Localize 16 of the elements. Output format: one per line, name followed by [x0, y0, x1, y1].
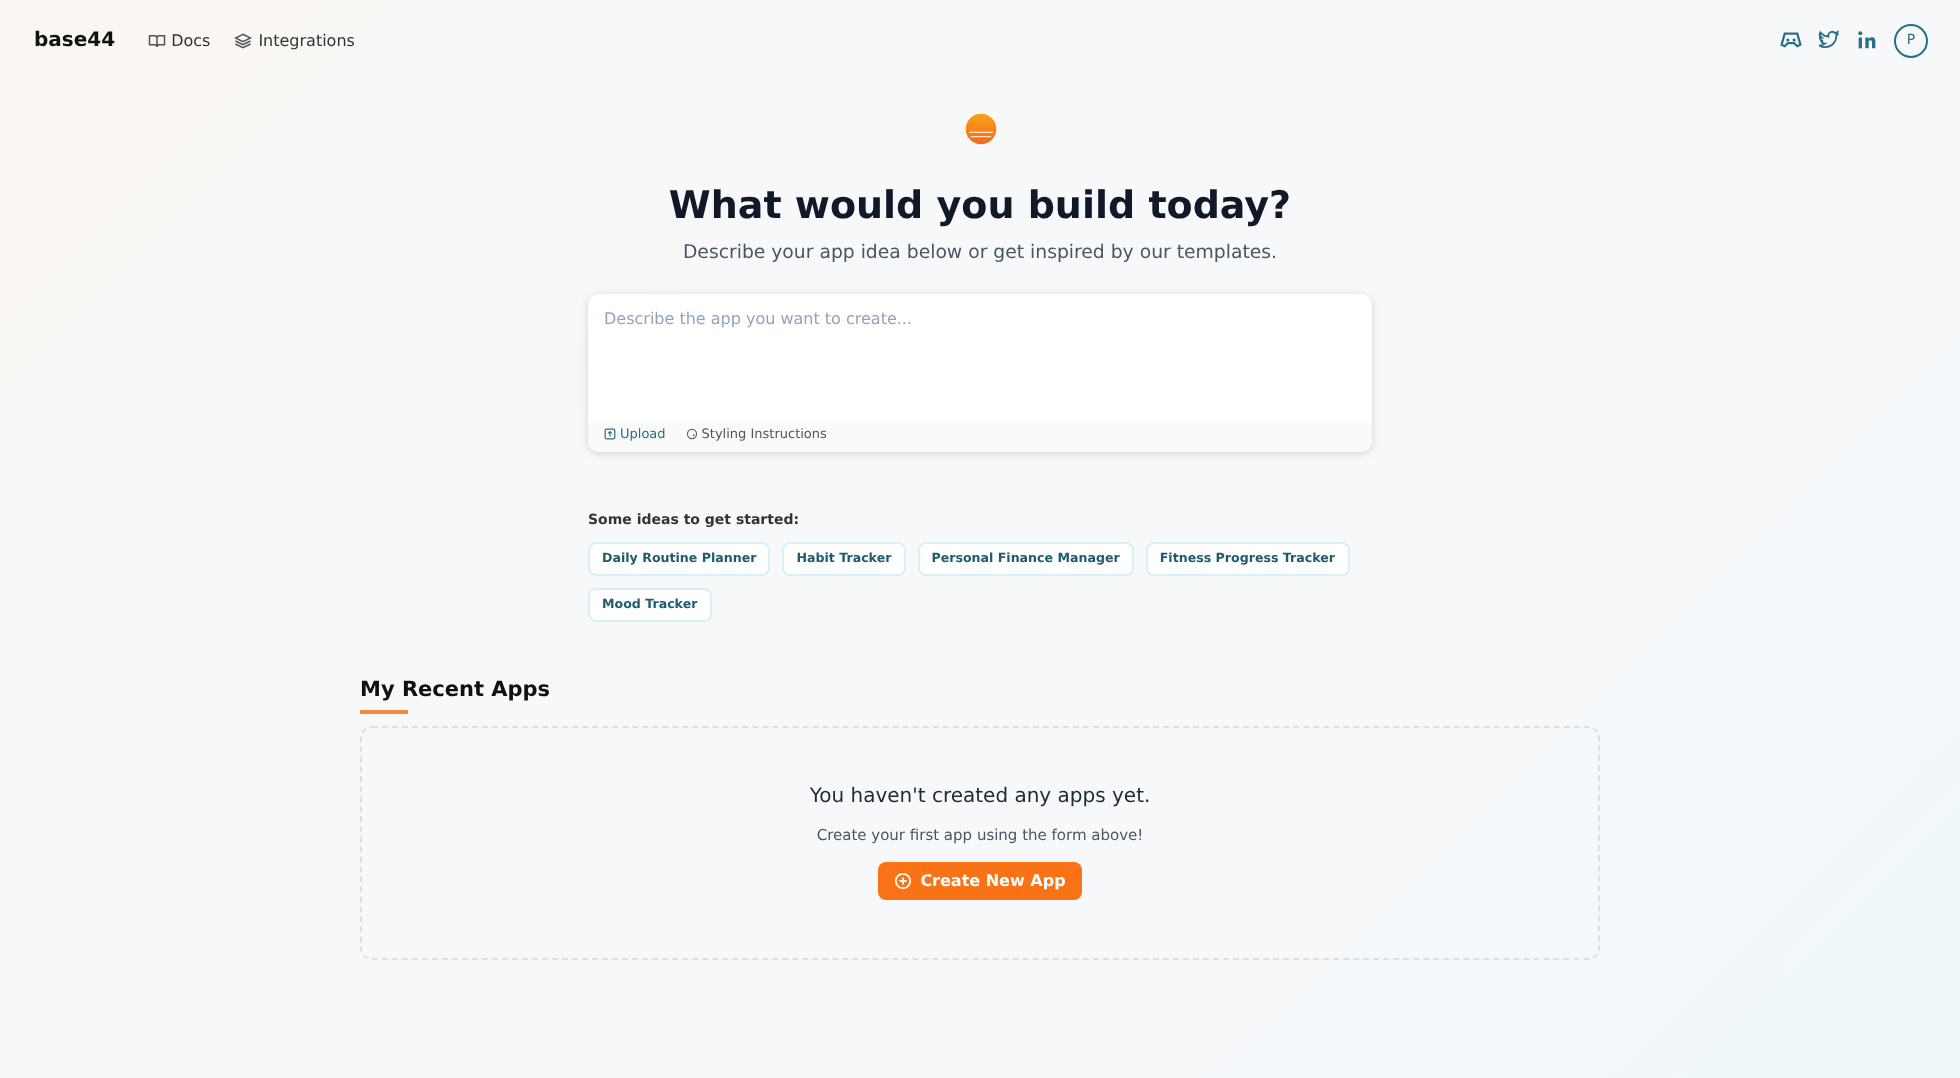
- nav-link[interactable]: Docs: [147, 31, 211, 49]
- linkedin-icon[interactable]: [1856, 30, 1878, 50]
- layers-icon: [234, 31, 253, 49]
- prompt-input[interactable]: Describe the app you want to create...: [588, 294, 1372, 420]
- gamepad-icon[interactable]: [1780, 30, 1802, 50]
- empty-title: You haven't created any apps yet.: [809, 786, 1151, 808]
- upload-icon: [604, 428, 616, 440]
- nav-link[interactable]: Integrations: [234, 31, 355, 49]
- page-subtitle: Describe your app idea below or get inspired by our templates.: [682, 242, 1278, 264]
- brand-logo[interactable]: base44: [34, 29, 116, 51]
- book-icon: [147, 31, 166, 49]
- plus-circle-icon: [894, 872, 913, 890]
- page-title: What would you build today?: [668, 184, 1292, 228]
- sun-logo-icon: [963, 112, 997, 146]
- section-heading: My Recent Apps: [360, 678, 553, 702]
- bird-icon[interactable]: [1818, 30, 1840, 50]
